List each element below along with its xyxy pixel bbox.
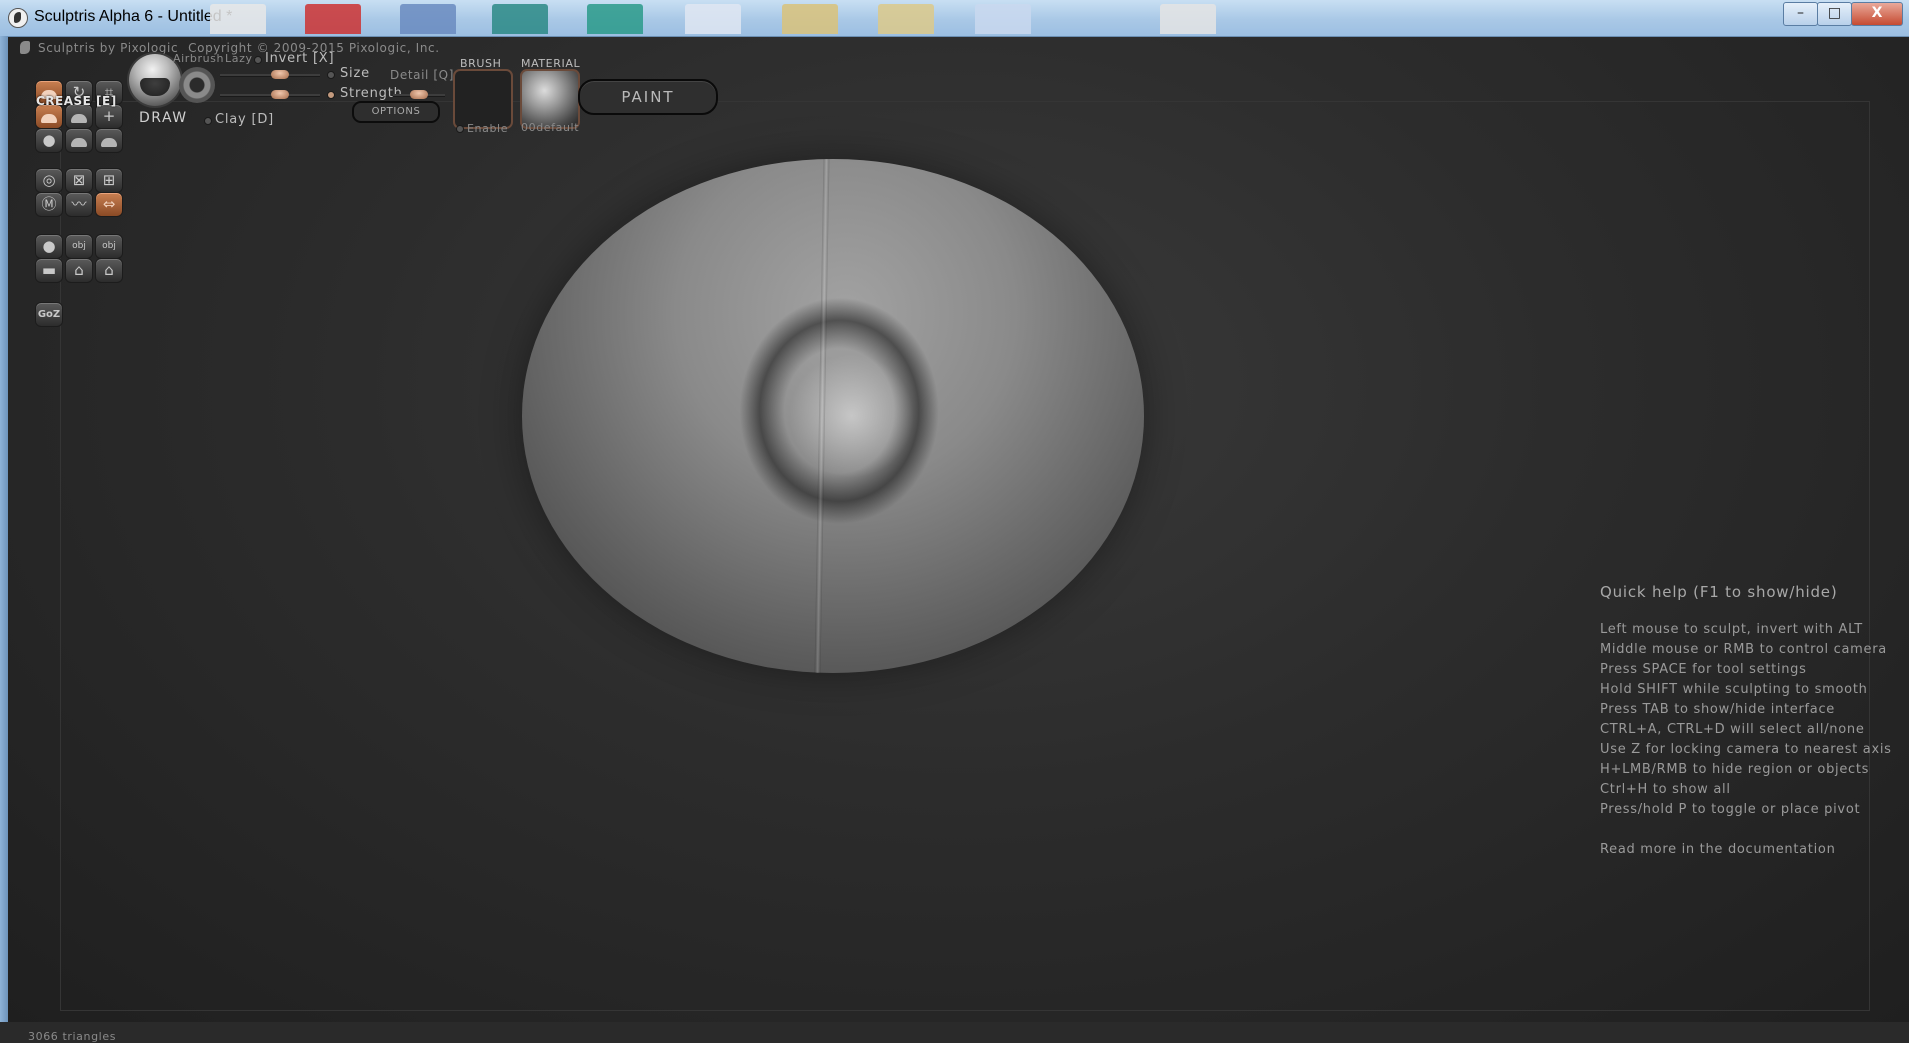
taskbar-thumbnail-icon	[305, 4, 361, 34]
help-line: Press SPACE for tool settings	[1600, 662, 1807, 677]
mask-tool-button[interactable]: Ⓜ	[35, 192, 63, 217]
taskbar-thumbnail-icon	[210, 4, 266, 34]
import-obj-button[interactable]: obj	[65, 234, 93, 259]
taskbar-thumbnail-icon	[492, 4, 548, 34]
brush-name-label: DRAW	[139, 110, 188, 126]
brush-enable-label[interactable]: Enable	[467, 122, 508, 135]
taskbar-thumbnail-icon	[1160, 4, 1216, 34]
obj-import-icon: obj	[72, 241, 86, 251]
reduce-brush-button[interactable]: ◎	[35, 168, 63, 193]
options-button[interactable]: OPTIONS	[352, 101, 440, 123]
clay-label[interactable]: Clay [D]	[215, 112, 274, 127]
save-file-button[interactable]: ⌂	[95, 258, 123, 283]
reduce-icon: ◎	[42, 171, 56, 189]
material-name-label: 00default	[521, 121, 580, 134]
size-label: Size	[340, 66, 370, 81]
taskbar-thumbnail-icon	[587, 4, 643, 34]
strength-toggle[interactable]	[327, 91, 335, 99]
quick-help-title: Quick help (F1 to show/hide)	[1600, 583, 1838, 601]
help-line: Press TAB to show/hide interface	[1600, 702, 1835, 717]
pinch-icon: +	[102, 107, 116, 125]
taskbar-thumbnail-icon	[975, 4, 1031, 34]
quick-help-panel: Quick help (F1 to show/hide) Left mouse …	[1600, 583, 1900, 860]
application-window: Sculptris Alpha 6 - Untitled * – □ X Scu…	[0, 0, 1909, 1043]
taskbar-thumbnail-icon	[400, 4, 456, 34]
inflate-brush-icon	[71, 114, 87, 123]
symmetry-toggle-button[interactable]: ⇔	[95, 192, 123, 217]
size-slider-knob[interactable]	[271, 70, 289, 79]
invert-toggle[interactable]	[254, 56, 262, 64]
grid-icon: ⊞	[102, 171, 116, 189]
crease-brush-icon	[41, 114, 57, 123]
subdivide-icon: ⊠	[72, 171, 86, 189]
size-slider-track[interactable]	[220, 74, 320, 77]
brush-dent-icon	[140, 78, 170, 96]
save-icon: ⌂	[104, 261, 114, 279]
new-sphere-button[interactable]: ●	[35, 234, 63, 259]
alpha-ring-icon[interactable]	[179, 67, 215, 103]
subdivide-button[interactable]: ⊠	[65, 168, 93, 193]
detail-label[interactable]: Detail [Q]	[390, 68, 454, 82]
plane-icon: ▬	[41, 261, 57, 279]
maximize-button[interactable]: □	[1817, 2, 1852, 26]
brush-enable-toggle[interactable]	[456, 125, 464, 133]
sphere-icon: ●	[42, 237, 56, 255]
help-line: Left mouse to sculpt, invert with ALT	[1600, 622, 1863, 637]
goz-label: GoZ	[37, 309, 61, 320]
grab-icon: ●	[42, 131, 56, 149]
smooth-brush-icon	[101, 138, 117, 147]
help-line: Hold SHIFT while sculpting to smooth	[1600, 682, 1868, 697]
flatten-brush-icon	[71, 138, 87, 147]
detail-slider-knob[interactable]	[410, 90, 428, 99]
lazy-label[interactable]: Lazy	[225, 52, 253, 65]
new-plane-button[interactable]: ▬	[35, 258, 63, 283]
window-title: Sculptris Alpha 6 - Untitled *	[34, 8, 233, 25]
wave-tool-button[interactable]: 〰	[65, 192, 93, 217]
goz-button[interactable]: GoZ	[35, 302, 63, 327]
taskbar-thumbnail-icon	[878, 4, 934, 34]
size-toggle[interactable]	[327, 71, 335, 79]
help-line: Ctrl+H to show all	[1600, 782, 1731, 797]
help-line: H+LMB/RMB to hide region or objects	[1600, 762, 1870, 777]
mask-icon: Ⓜ	[41, 195, 57, 213]
close-button[interactable]: X	[1851, 2, 1903, 26]
taskbar-thumbnail-icon	[782, 4, 838, 34]
minimize-button[interactable]: –	[1783, 2, 1818, 26]
strength-slider-track[interactable]	[220, 94, 320, 97]
help-line: Use Z for locking camera to nearest axis	[1600, 742, 1892, 757]
app-by-text: Sculptris by Pixologic	[38, 41, 179, 55]
material-preview-swatch[interactable]	[520, 69, 580, 129]
symmetry-icon: ⇔	[102, 195, 116, 213]
wireframe-button[interactable]: ⊞	[95, 168, 123, 193]
help-line: Press/hold P to toggle or place pivot	[1600, 802, 1861, 817]
airbrush-label[interactable]: Airbrush	[173, 52, 224, 65]
smooth-tool-button[interactable]	[95, 128, 123, 153]
open-file-button[interactable]: ⌂	[65, 258, 93, 283]
brush-texture-swatch[interactable]	[453, 69, 513, 129]
triangle-count: 3066 triangles	[28, 1030, 117, 1043]
export-obj-button[interactable]: obj	[95, 234, 123, 259]
crease-tooltip: CREASE [E]	[36, 94, 117, 108]
paint-mode-button[interactable]: PAINT	[578, 79, 718, 115]
help-line: Middle mouse or RMB to control camera	[1600, 642, 1887, 657]
help-line: CTRL+A, CTRL+D will select all/none	[1600, 722, 1865, 737]
open-icon: ⌂	[74, 261, 84, 279]
grab-tool-button[interactable]: ●	[35, 128, 63, 153]
window-frame	[0, 36, 8, 1022]
sculptris-app-icon[interactable]	[8, 8, 28, 28]
invert-label[interactable]: Invert [X]	[265, 51, 334, 66]
pixologic-logo-icon	[20, 41, 30, 54]
obj-export-icon: obj	[102, 241, 116, 251]
documentation-link[interactable]: Read more in the documentation	[1600, 840, 1900, 860]
sculpt-mesh-sphere[interactable]	[522, 158, 1144, 674]
sculptris-workspace[interactable]: Sculptris by Pixologic Copyright © 2009-2…	[8, 37, 1909, 1043]
wave-icon: 〰	[71, 195, 87, 213]
taskbar-thumbnail-icon	[685, 4, 741, 34]
symmetry-seam	[814, 158, 830, 674]
title-bar[interactable]: Sculptris Alpha 6 - Untitled * – □ X	[0, 0, 1909, 37]
clay-toggle[interactable]	[204, 117, 212, 125]
strength-slider-knob[interactable]	[271, 90, 289, 99]
flatten-tool-button[interactable]	[65, 128, 93, 153]
